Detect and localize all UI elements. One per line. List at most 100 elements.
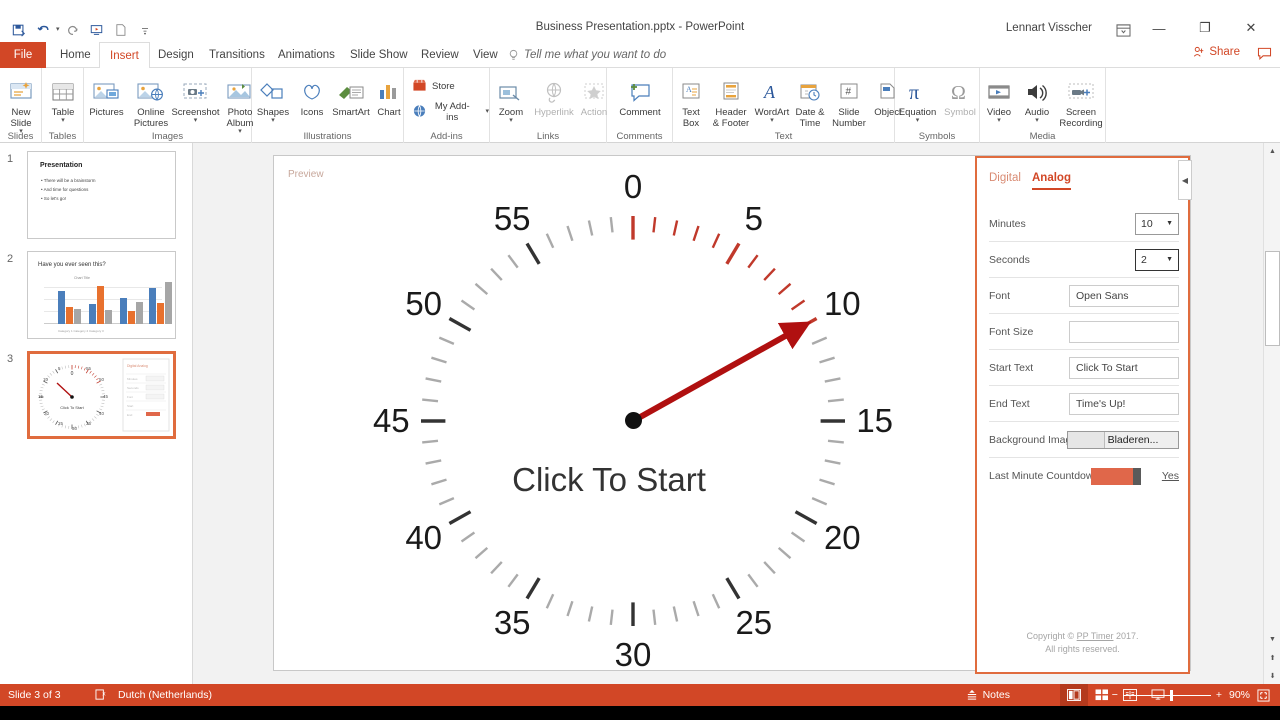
ribbon-smartart-button[interactable]: SmartArt: [330, 71, 372, 118]
slide-thumbnail-1[interactable]: Presentation • There will be a brainstor…: [27, 151, 176, 239]
font-input[interactable]: Open Sans: [1069, 284, 1179, 307]
tab-file[interactable]: File: [0, 42, 46, 68]
addin-tab-analog[interactable]: Analog: [1032, 172, 1071, 190]
previous-slide-button[interactable]: ⬆: [1264, 649, 1280, 666]
end-text-input[interactable]: Time's Up!: [1069, 392, 1179, 415]
ribbon-my-addins-button[interactable]: My Add-ins ▾: [412, 101, 489, 123]
equation-caret-icon[interactable]: ▾: [916, 117, 920, 124]
minimize-button[interactable]: —: [1136, 14, 1182, 42]
zoom-percentage[interactable]: 90%: [1229, 684, 1250, 706]
ribbon-slide-number-button[interactable]: # Slide Number: [829, 71, 869, 129]
addin-field-last-minute-countdown: Last Minute Countdown Yes: [989, 458, 1179, 494]
pp-timer-link[interactable]: PP Timer: [1077, 631, 1114, 641]
clock-number-20: 20: [823, 518, 861, 556]
tab-view[interactable]: View: [463, 42, 508, 68]
ribbon-date-time-label: Date & Time: [795, 107, 825, 129]
comments-icon[interactable]: [1257, 47, 1272, 63]
svg-text:10: 10: [43, 377, 49, 382]
shapes-caret-icon[interactable]: ▾: [271, 117, 275, 124]
canvas-vertical-scrollbar[interactable]: ▲ ▼ ⬆ ⬇: [1263, 143, 1280, 684]
svg-text:π: π: [909, 82, 919, 104]
minutes-select[interactable]: 10 ▼: [1135, 212, 1179, 235]
ribbon-date-time-button[interactable]: Date & Time: [791, 71, 829, 129]
ribbon-display-options-icon[interactable]: [1111, 19, 1135, 41]
ribbon-wordart-button[interactable]: A WordArt ▾: [753, 71, 791, 124]
ribbon-zoom-button[interactable]: Zoom ▾: [490, 71, 532, 124]
ribbon-table-button[interactable]: Table ▾: [42, 71, 84, 124]
user-account-name[interactable]: Lennart Visscher: [1006, 22, 1092, 34]
zoom-knob[interactable]: [1169, 689, 1173, 701]
tab-review[interactable]: Review: [411, 42, 469, 68]
addin-field-font-size: Font Size: [989, 314, 1179, 350]
chevron-left-icon: ◀: [1181, 175, 1189, 185]
slide-thumbnail-panel[interactable]: 1 Presentation • There will be a brainst…: [0, 143, 193, 684]
scroll-up-arrow-icon[interactable]: ▲: [1264, 143, 1280, 160]
zoom-track[interactable]: [1122, 689, 1211, 701]
tab-transitions[interactable]: Transitions: [199, 42, 275, 68]
normal-view-icon[interactable]: [1060, 684, 1088, 706]
notes-button[interactable]: Notes: [966, 684, 1010, 706]
ribbon-chart-button[interactable]: Chart: [372, 71, 406, 118]
zoom-caret-icon[interactable]: ▾: [509, 117, 513, 124]
vertical-scroll-thumb[interactable]: [1265, 251, 1280, 346]
ribbon-audio-button[interactable]: Audio ▾: [1018, 71, 1056, 124]
clock-number-45: 45: [372, 402, 410, 439]
audio-caret-icon[interactable]: ▾: [1035, 117, 1039, 124]
last-minute-countdown-color-swatch[interactable]: [1091, 467, 1141, 485]
start-text-input[interactable]: Click To Start: [1069, 356, 1179, 379]
scroll-down-arrow-icon[interactable]: ▼: [1264, 631, 1280, 648]
ribbon-video-button[interactable]: Video ▾: [980, 71, 1018, 124]
analog-timer-clock[interactable]: 0 5 10 15 20 25 30 35 40 45 50 55 Click To Start: [349, 161, 893, 672]
slide-counter[interactable]: Slide 3 of 3: [8, 684, 61, 706]
zoom-out-button[interactable]: −: [1112, 689, 1118, 701]
tab-insert[interactable]: Insert: [99, 42, 150, 69]
zoom-in-button[interactable]: +: [1216, 689, 1222, 701]
ribbon-shapes-button[interactable]: Shapes ▾: [252, 71, 294, 124]
ribbon-store-button[interactable]: Store: [412, 78, 455, 95]
slide-thumbnail-2[interactable]: Have you ever seen this? Chart Title Cat…: [27, 251, 176, 339]
zoom-slider[interactable]: − +: [1112, 684, 1222, 706]
ribbon-online-pictures-button[interactable]: Online Pictures: [129, 71, 173, 129]
preview-label: Preview: [288, 169, 324, 180]
maximize-button[interactable]: ❐: [1182, 14, 1228, 42]
share-button[interactable]: Share: [1193, 46, 1240, 58]
ribbon-pictures-button[interactable]: Pictures: [84, 71, 129, 118]
seconds-select[interactable]: 2 ▼: [1135, 248, 1179, 271]
ribbon-icons-button[interactable]: Icons: [294, 71, 330, 118]
svg-text:Ω: Ω: [951, 82, 966, 104]
video-caret-icon[interactable]: ▾: [997, 117, 1001, 124]
slide-thumbnail-3[interactable]: 0 5 10 15 20 25 30 35 40 45 50 55 Click …: [27, 351, 176, 439]
next-slide-button[interactable]: ⬇: [1264, 667, 1280, 684]
slide-thumb-row-1[interactable]: 1 Presentation • There will be a brainst…: [0, 151, 193, 246]
browse-button[interactable]: Bladeren...: [1067, 430, 1179, 449]
table-caret-icon[interactable]: ▾: [61, 117, 65, 124]
tell-me-search[interactable]: Tell me what you want to do: [508, 42, 666, 68]
language-indicator[interactable]: Dutch (Netherlands): [88, 684, 212, 706]
screenshot-caret-icon[interactable]: ▾: [194, 117, 198, 124]
ribbon-screenshot-button[interactable]: Screenshot ▾: [171, 71, 220, 124]
clock-start-text[interactable]: Click To Start: [349, 461, 869, 499]
panel-collapse-button[interactable]: ◀: [1178, 160, 1192, 200]
fit-slide-icon[interactable]: [1252, 684, 1274, 706]
addin-tab-digital[interactable]: Digital: [989, 172, 1021, 188]
slide-thumb-row-2[interactable]: 2 Have you ever seen this? Chart Title C…: [0, 251, 193, 346]
slide-thumb-row-3[interactable]: 3 0 5 10 15 20 25 30 35 40 45 50 55 Clic…: [0, 351, 193, 446]
ribbon-text-box-button[interactable]: A Text Box: [673, 71, 709, 129]
thumb3-clock-tick: [99, 383, 103, 386]
slide-editing-surface[interactable]: Preview 0 5 10 15 20 25 30 35 40 45 50 55 Click To …: [273, 155, 1191, 674]
ribbon-screen-recording-button[interactable]: Screen Recording: [1056, 71, 1106, 129]
tab-animations[interactable]: Animations: [268, 42, 345, 68]
last-minute-countdown-value[interactable]: Yes: [1162, 470, 1179, 482]
tab-slide-show[interactable]: Slide Show: [340, 42, 418, 68]
wordart-caret-icon[interactable]: ▾: [770, 117, 774, 124]
ribbon-header-footer-button[interactable]: Header & Footer: [709, 71, 753, 129]
close-button[interactable]: ✕: [1228, 14, 1274, 42]
tab-home[interactable]: Home: [50, 42, 101, 68]
tab-design[interactable]: Design: [148, 42, 204, 68]
ribbon-equation-button[interactable]: π Equation ▾: [895, 71, 940, 124]
font-size-input[interactable]: [1069, 320, 1179, 343]
header-footer-icon: [719, 71, 743, 105]
ribbon-comment-button[interactable]: Comment: [607, 71, 673, 118]
my-addins-caret-icon[interactable]: ▾: [485, 108, 489, 115]
ribbon-new-slide-button[interactable]: New Slide ▾: [0, 71, 42, 135]
